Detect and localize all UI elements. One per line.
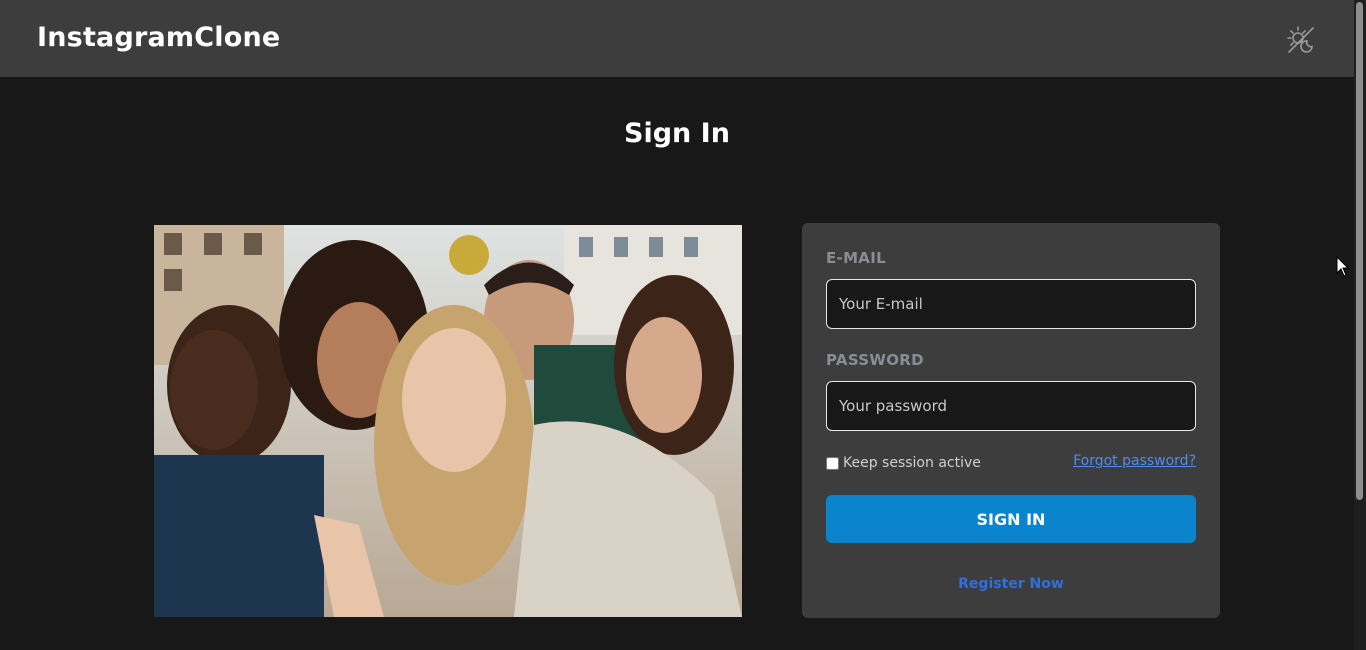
brand-logo[interactable]: InstagramClone [37, 22, 280, 53]
keep-session-checkbox[interactable] [826, 456, 839, 470]
sun-moon-icon [1287, 26, 1314, 53]
password-label: PASSWORD [826, 351, 924, 369]
group-selfie-photo [154, 225, 742, 617]
keep-session-row: Keep session active [826, 454, 981, 472]
sign-in-button[interactable]: SIGN IN [826, 495, 1196, 543]
page: InstagramClone Sign In E-MAIL Your E-mai… [0, 0, 1366, 650]
page-title: Sign In [624, 118, 730, 149]
forgot-password-link[interactable]: Forgot password? [1073, 453, 1196, 469]
email-input[interactable] [826, 279, 1196, 329]
password-input[interactable] [826, 381, 1196, 431]
keep-session-label[interactable]: Keep session active [843, 455, 981, 471]
signin-form: E-MAIL PASSWORD Keep session active Forg… [802, 223, 1220, 618]
email-label: E-MAIL [826, 249, 886, 267]
register-now-link[interactable]: Register Now [802, 576, 1220, 592]
mouse-cursor-icon [1336, 256, 1350, 277]
page-scrollbar-thumb[interactable] [1356, 2, 1363, 500]
theme-toggle-button[interactable] [1285, 24, 1317, 56]
hero-group-selfie-image [154, 225, 742, 617]
top-navbar: InstagramClone [0, 0, 1354, 77]
